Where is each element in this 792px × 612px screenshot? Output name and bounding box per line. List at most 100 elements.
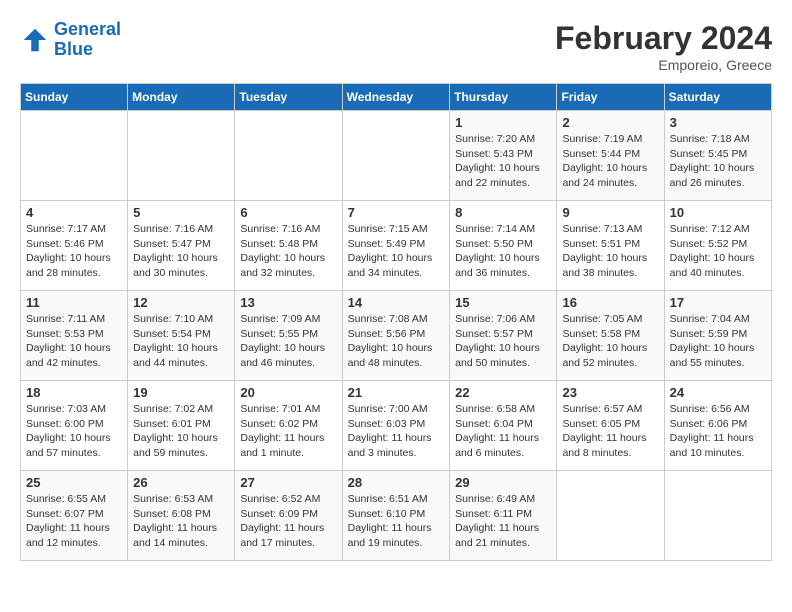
day-detail: Sunrise: 7:17 AM Sunset: 5:46 PM Dayligh… [26,222,122,281]
day-detail: Sunrise: 7:11 AM Sunset: 5:53 PM Dayligh… [26,312,122,371]
calendar-cell: 9 Sunrise: 7:13 AM Sunset: 5:51 PM Daylig… [557,201,664,291]
logo: General Blue [20,20,121,60]
day-detail: Sunrise: 7:03 AM Sunset: 6:00 PM Dayligh… [26,402,122,461]
day-detail: Sunrise: 6:56 AM Sunset: 6:06 PM Dayligh… [670,402,766,461]
title-block: February 2024 Emporeio, Greece [555,20,772,73]
calendar-cell: 3Sunrise: 7:18 AM Sunset: 5:45 PM Daylig… [664,111,771,201]
day-number: 1 [455,115,551,130]
day-number: 13 [240,295,336,310]
calendar-cell: 11 Sunrise: 7:11 AM Sunset: 5:53 PM Dayli… [21,291,128,381]
day-number: 22 [455,385,551,400]
day-number: 4 [26,205,122,220]
day-detail: Sunrise: 7:10 AM Sunset: 5:54 PM Dayligh… [133,312,229,371]
calendar-cell: 26 Sunrise: 6:53 AM Sunset: 6:08 PM Dayli… [128,471,235,561]
day-number: 17 [670,295,766,310]
calendar-cell: 7Sunrise: 7:15 AM Sunset: 5:49 PM Daylig… [342,201,450,291]
day-number: 27 [240,475,336,490]
day-number: 15 [455,295,551,310]
day-number: 11 [26,295,122,310]
calendar-cell: 10 Sunrise: 7:12 AM Sunset: 5:52 PM Dayli… [664,201,771,291]
calendar-cell: 1 Sunrise: 7:20 AM Sunset: 5:43 PM Daylig… [450,111,557,201]
calendar-cell: 15 Sunrise: 7:06 AM Sunset: 5:57 PM Dayli… [450,291,557,381]
calendar-cell: 22 Sunrise: 6:58 AM Sunset: 6:04 PM Dayli… [450,381,557,471]
day-number: 26 [133,475,229,490]
calendar-cell: 4 Sunrise: 7:17 AM Sunset: 5:46 PM Daylig… [21,201,128,291]
calendar-cell [235,111,342,201]
day-detail: Sunrise: 7:19 AM Sunset: 5:44 PM Dayligh… [562,132,658,191]
week-row-2: 4 Sunrise: 7:17 AM Sunset: 5:46 PM Daylig… [21,201,772,291]
day-detail: Sunrise: 7:00 AM Sunset: 6:03 PM Dayligh… [348,402,445,461]
day-detail: Sunrise: 7:01 AM Sunset: 6:02 PM Dayligh… [240,402,336,461]
calendar-table: SundayMondayTuesdayWednesdayThursdayFrid… [20,83,772,561]
calendar-cell: 13 Sunrise: 7:09 AM Sunset: 5:55 PM Dayli… [235,291,342,381]
calendar-cell: 18 Sunrise: 7:03 AM Sunset: 6:00 PM Dayli… [21,381,128,471]
calendar-cell: 6 Sunrise: 7:16 AM Sunset: 5:48 PM Daylig… [235,201,342,291]
calendar-cell: 17 Sunrise: 7:04 AM Sunset: 5:59 PM Dayli… [664,291,771,381]
day-detail: Sunrise: 7:04 AM Sunset: 5:59 PM Dayligh… [670,312,766,371]
day-detail: Sunrise: 6:58 AM Sunset: 6:04 PM Dayligh… [455,402,551,461]
day-detail: Sunrise: 7:16 AM Sunset: 5:48 PM Dayligh… [240,222,336,281]
calendar-cell [342,111,450,201]
calendar-header-row: SundayMondayTuesdayWednesdayThursdayFrid… [21,84,772,111]
day-number: 3 [670,115,766,130]
month-title: February 2024 [555,20,772,57]
day-number: 28 [348,475,445,490]
week-row-4: 18 Sunrise: 7:03 AM Sunset: 6:00 PM Dayli… [21,381,772,471]
day-detail: Sunrise: 6:52 AM Sunset: 6:09 PM Dayligh… [240,492,336,551]
day-detail: Sunrise: 6:53 AM Sunset: 6:08 PM Dayligh… [133,492,229,551]
calendar-cell: 12Sunrise: 7:10 AM Sunset: 5:54 PM Dayli… [128,291,235,381]
logo-icon [20,25,50,55]
day-number: 6 [240,205,336,220]
calendar-cell: 2 Sunrise: 7:19 AM Sunset: 5:44 PM Daylig… [557,111,664,201]
calendar-cell: 24Sunrise: 6:56 AM Sunset: 6:06 PM Dayli… [664,381,771,471]
calendar-cell [21,111,128,201]
day-number: 8 [455,205,551,220]
calendar-cell [664,471,771,561]
day-header-friday: Friday [557,84,664,111]
calendar-cell: 8 Sunrise: 7:14 AM Sunset: 5:50 PM Daylig… [450,201,557,291]
day-detail: Sunrise: 7:14 AM Sunset: 5:50 PM Dayligh… [455,222,551,281]
day-number: 20 [240,385,336,400]
day-detail: Sunrise: 6:55 AM Sunset: 6:07 PM Dayligh… [26,492,122,551]
day-detail: Sunrise: 6:49 AM Sunset: 6:11 PM Dayligh… [455,492,551,551]
calendar-body: 1 Sunrise: 7:20 AM Sunset: 5:43 PM Daylig… [21,111,772,561]
day-number: 10 [670,205,766,220]
day-detail: Sunrise: 7:05 AM Sunset: 5:58 PM Dayligh… [562,312,658,371]
day-number: 21 [348,385,445,400]
calendar-cell [557,471,664,561]
day-header-saturday: Saturday [664,84,771,111]
day-number: 18 [26,385,122,400]
day-number: 5 [133,205,229,220]
day-detail: Sunrise: 6:57 AM Sunset: 6:05 PM Dayligh… [562,402,658,461]
day-number: 2 [562,115,658,130]
day-number: 16 [562,295,658,310]
day-number: 9 [562,205,658,220]
calendar-cell: 5 Sunrise: 7:16 AM Sunset: 5:47 PM Daylig… [128,201,235,291]
week-row-5: 25 Sunrise: 6:55 AM Sunset: 6:07 PM Dayli… [21,471,772,561]
day-header-tuesday: Tuesday [235,84,342,111]
day-number: 7 [348,205,445,220]
day-detail: Sunrise: 7:13 AM Sunset: 5:51 PM Dayligh… [562,222,658,281]
page-header: General Blue February 2024 Emporeio, Gre… [20,20,772,73]
day-detail: Sunrise: 7:16 AM Sunset: 5:47 PM Dayligh… [133,222,229,281]
day-detail: Sunrise: 7:20 AM Sunset: 5:43 PM Dayligh… [455,132,551,191]
day-header-sunday: Sunday [21,84,128,111]
day-detail: Sunrise: 7:08 AM Sunset: 5:56 PM Dayligh… [348,312,445,371]
day-detail: Sunrise: 7:09 AM Sunset: 5:55 PM Dayligh… [240,312,336,371]
calendar-cell [128,111,235,201]
day-header-wednesday: Wednesday [342,84,450,111]
day-number: 23 [562,385,658,400]
day-header-monday: Monday [128,84,235,111]
calendar-cell: 14 Sunrise: 7:08 AM Sunset: 5:56 PM Dayli… [342,291,450,381]
day-number: 25 [26,475,122,490]
day-detail: Sunrise: 6:51 AM Sunset: 6:10 PM Dayligh… [348,492,445,551]
day-detail: Sunrise: 7:06 AM Sunset: 5:57 PM Dayligh… [455,312,551,371]
day-detail: Sunrise: 7:12 AM Sunset: 5:52 PM Dayligh… [670,222,766,281]
location: Emporeio, Greece [555,57,772,73]
day-number: 19 [133,385,229,400]
day-header-thursday: Thursday [450,84,557,111]
calendar-cell: 27 Sunrise: 6:52 AM Sunset: 6:09 PM Dayli… [235,471,342,561]
day-number: 14 [348,295,445,310]
day-detail: Sunrise: 7:02 AM Sunset: 6:01 PM Dayligh… [133,402,229,461]
calendar-cell: 28 Sunrise: 6:51 AM Sunset: 6:10 PM Dayli… [342,471,450,561]
